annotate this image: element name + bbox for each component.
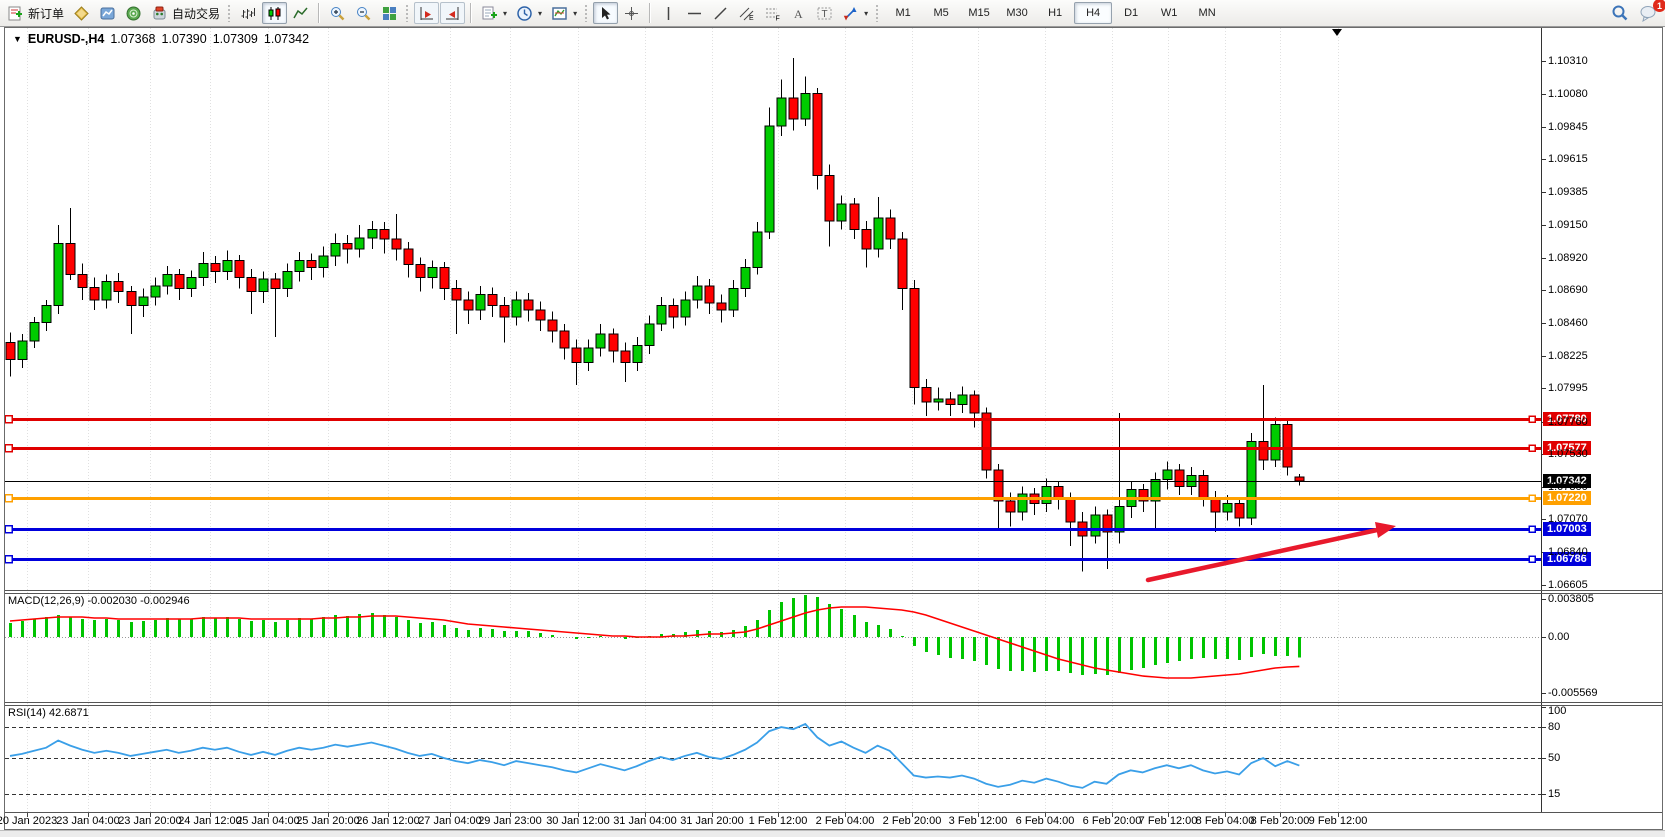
zoom-in-icon — [329, 5, 346, 22]
timeframe-button-h1[interactable]: H1 — [1036, 2, 1074, 24]
autotrading-robot-icon — [151, 5, 168, 22]
crosshair-button[interactable] — [619, 2, 644, 24]
timeframe-button-d1[interactable]: D1 — [1112, 2, 1150, 24]
periods-button[interactable]: ▾ — [512, 2, 546, 24]
periods-clock-icon — [516, 5, 533, 22]
horizontal-line-button[interactable] — [682, 2, 707, 24]
toolbar-grip — [405, 4, 409, 22]
toolbar-separator — [470, 3, 472, 23]
zoom-out-button[interactable] — [351, 2, 376, 24]
notifications-button[interactable]: 1 — [1635, 2, 1662, 24]
dropdown-caret-icon: ▾ — [503, 9, 507, 18]
indicator-window-remove-icon — [444, 5, 461, 22]
timeframe-button-m1[interactable]: M1 — [884, 2, 922, 24]
autotrading-label: 自动交易 — [172, 5, 220, 22]
notification-badge: 1 — [1653, 0, 1665, 12]
timeframe-group: M1M5M15M30H1H4D1W1MN — [884, 2, 1226, 24]
svg-text:E: E — [749, 15, 754, 22]
terminal-window: 新订单 自动交易 — [0, 0, 1665, 837]
vertical-line-button[interactable] — [656, 2, 681, 24]
trend-line-button[interactable] — [708, 2, 733, 24]
cursor-button[interactable] — [593, 2, 618, 24]
new-order-icon — [7, 5, 24, 22]
navigator-button[interactable] — [121, 2, 146, 24]
fibonacci-icon: F — [764, 5, 781, 22]
toolbar-separator — [318, 3, 320, 23]
search-icon — [1611, 4, 1629, 22]
tile-windows-icon — [381, 5, 398, 22]
svg-text:A: A — [794, 7, 803, 21]
toolbar-grip — [875, 4, 879, 22]
text-icon: A — [790, 5, 807, 22]
candlestick-chart-button[interactable] — [262, 2, 287, 24]
new-order-label: 新订单 — [28, 5, 64, 22]
navigator-radar-icon — [125, 5, 142, 22]
vertical-line-icon — [660, 5, 677, 22]
indicator-window-add-icon — [418, 5, 435, 22]
text-label-icon: T — [816, 5, 833, 22]
new-template-button[interactable]: ▾ — [477, 2, 511, 24]
profiles-icon — [73, 5, 90, 22]
chart-svg — [0, 27, 1665, 837]
tile-windows-button[interactable] — [377, 2, 402, 24]
autotrading-button[interactable]: 自动交易 — [147, 2, 224, 24]
toolbar-grip — [227, 4, 231, 22]
cursor-arrow-icon — [597, 5, 614, 22]
line-chart-icon — [292, 5, 309, 22]
arrow-objects-button[interactable]: ▾ — [838, 2, 872, 24]
profiles-button[interactable] — [69, 2, 94, 24]
timeframe-button-m30[interactable]: M30 — [998, 2, 1036, 24]
toolbar: 新订单 自动交易 — [0, 0, 1665, 27]
zoom-out-icon — [355, 5, 372, 22]
new-template-icon — [481, 5, 498, 22]
equidistant-channel-icon: E — [738, 5, 755, 22]
toolbar-right-tools: 1 — [1607, 2, 1662, 24]
trend-line-icon — [712, 5, 729, 22]
indicator-window-add-button[interactable] — [414, 2, 439, 24]
timeframe-button-m5[interactable]: M5 — [922, 2, 960, 24]
timeframe-button-mn[interactable]: MN — [1188, 2, 1226, 24]
indicator-list-button[interactable]: ▾ — [547, 2, 581, 24]
new-order-button[interactable]: 新订单 — [3, 2, 68, 24]
search-button[interactable] — [1607, 2, 1633, 24]
charts-button[interactable] — [95, 2, 120, 24]
fibonacci-button[interactable]: F — [760, 2, 785, 24]
timeframe-button-m15[interactable]: M15 — [960, 2, 998, 24]
candlestick-chart-icon — [266, 5, 283, 22]
text-label-button[interactable]: T — [812, 2, 837, 24]
dropdown-caret-icon: ▾ — [864, 9, 868, 18]
charts-icon — [99, 5, 116, 22]
status-bar — [0, 830, 1665, 837]
timeframe-button-w1[interactable]: W1 — [1150, 2, 1188, 24]
svg-text:F: F — [776, 15, 780, 22]
equidistant-channel-button[interactable]: E — [734, 2, 759, 24]
bar-chart-icon — [240, 5, 257, 22]
toolbar-grip — [584, 4, 588, 22]
timeframe-button-h4[interactable]: H4 — [1074, 2, 1112, 24]
toolbar-separator — [649, 3, 651, 23]
zoom-in-button[interactable] — [325, 2, 350, 24]
crosshair-icon — [623, 5, 640, 22]
line-chart-button[interactable] — [288, 2, 313, 24]
horizontal-line-icon — [686, 5, 703, 22]
bar-chart-button[interactable] — [236, 2, 261, 24]
svg-text:T: T — [822, 9, 828, 20]
indicator-list-icon — [551, 5, 568, 22]
dropdown-caret-icon: ▾ — [573, 9, 577, 18]
dropdown-caret-icon: ▾ — [538, 9, 542, 18]
text-button[interactable]: A — [786, 2, 811, 24]
arrow-objects-icon — [842, 5, 859, 22]
indicator-window-remove-button[interactable] — [440, 2, 465, 24]
chart-canvas[interactable] — [0, 27, 1665, 837]
